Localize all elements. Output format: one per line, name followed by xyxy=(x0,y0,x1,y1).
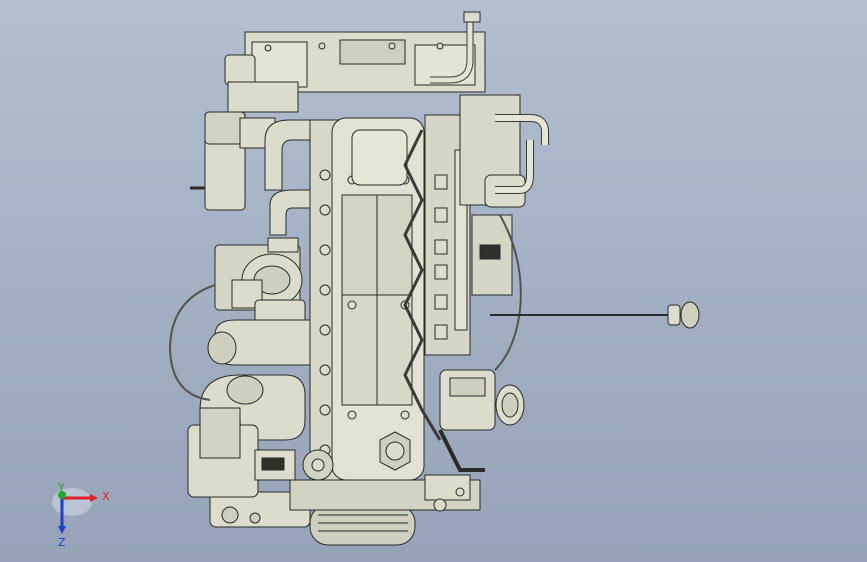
engine-assembly-model[interactable] xyxy=(0,0,867,562)
x-axis-arrowhead xyxy=(90,494,98,502)
left-harness-cable xyxy=(168,284,216,401)
thermostat-housing[interactable] xyxy=(438,369,525,472)
z-axis-arrowhead xyxy=(58,526,66,534)
z-axis-label: Z xyxy=(58,536,66,549)
coordinate-triad: X Y Z xyxy=(52,481,110,549)
pipe-fitting xyxy=(463,11,481,23)
x-axis-label: X xyxy=(102,490,110,503)
turbocharger[interactable] xyxy=(214,237,306,331)
y-axis-label: Y xyxy=(57,481,65,494)
graphics-viewport[interactable]: X Y Z xyxy=(0,0,867,562)
crank-pulley[interactable] xyxy=(309,504,416,546)
